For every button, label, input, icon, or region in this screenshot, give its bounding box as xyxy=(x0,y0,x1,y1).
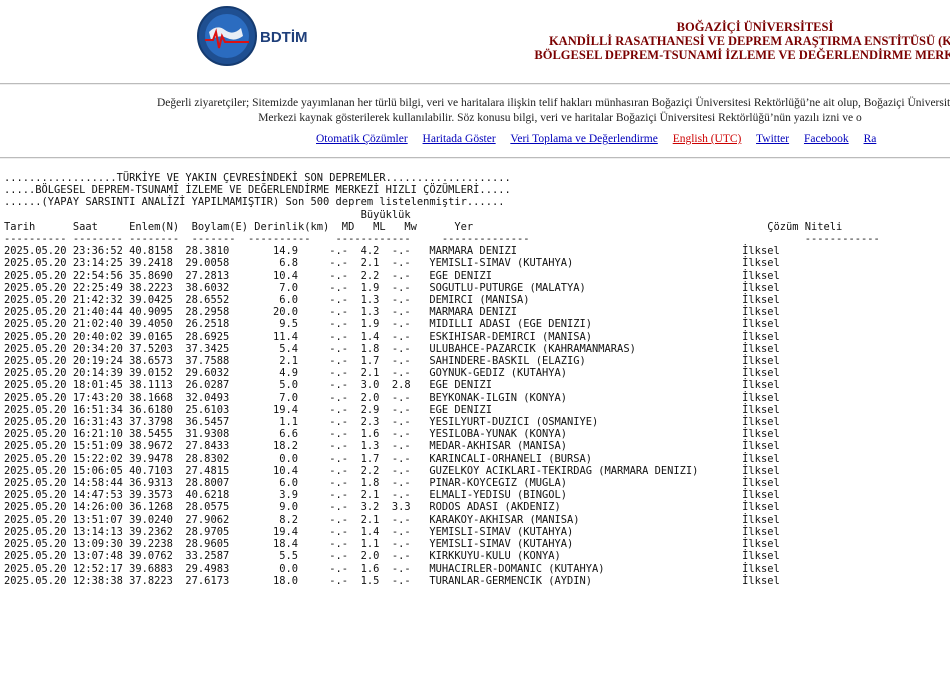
table-row: 2025.05.20 23:36:52 40.8158 28.3810 14.9… xyxy=(4,245,780,258)
link-ra[interactable]: Ra xyxy=(864,133,877,145)
table-row: 2025.05.20 21:02:40 39.4050 26.2518 9.5 … xyxy=(4,318,780,331)
table-row: 2025.05.20 13:14:13 39.2362 28.9705 19.4… xyxy=(4,525,780,538)
notice-line-1: Değerli ziyaretçiler; Sitemizde yayımlan… xyxy=(156,97,950,109)
table-row: 2025.05.20 21:42:32 39.0425 28.6552 6.0 … xyxy=(4,294,780,307)
copyright-notice: Değerli ziyaretçiler; Sitemizde yayımlan… xyxy=(0,96,950,126)
link-show-on-map[interactable]: Haritada Göster xyxy=(423,133,496,145)
table-row: 2025.05.20 21:40:44 40.9095 28.2958 20.0… xyxy=(4,306,780,319)
bdtim-logo: BDTİM xyxy=(197,6,308,66)
table-row: 2025.05.20 15:06:05 40.7103 27.4815 10.4… xyxy=(4,464,780,477)
link-facebook[interactable]: Facebook xyxy=(804,133,849,145)
link-english[interactable]: English (UTC) xyxy=(673,133,742,145)
table-row: 2025.05.20 14:26:00 36.1268 28.0575 9.0 … xyxy=(4,501,780,514)
earthquake-rows: 2025.05.20 23:36:52 40.8158 28.3810 14.9… xyxy=(4,245,880,587)
table-row: 2025.05.20 14:47:53 39.3573 40.6218 3.9 … xyxy=(4,489,780,502)
nav-links: Otomatik Çözümler Haritada Göster Veri T… xyxy=(316,133,888,145)
column-headers: Tarih Saat Enlem(N) Boylam(E) Derinlik(k… xyxy=(4,220,843,233)
list-title-2: .....BÖLGESEL DEPREM-TSUNAMİ İZLEME VE D… xyxy=(4,184,511,197)
table-row: 2025.05.20 20:19:24 38.6573 37.7588 2.1 … xyxy=(4,355,780,368)
table-row: 2025.05.20 17:43:20 38.1668 32.0493 7.0 … xyxy=(4,391,780,404)
title-line-2: KANDİLLİ RASATHANESİ VE DEPREM ARAŞTIRMA… xyxy=(548,34,950,48)
table-row: 2025.05.20 13:07:48 39.0762 33.2587 5.5 … xyxy=(4,550,780,563)
table-row: 2025.05.20 20:14:39 39.0152 29.6032 4.9 … xyxy=(4,367,780,380)
page-header: BDTİM BOĞAZİÇİ ÜNİVERSİTESİ KANDİLLİ RAS… xyxy=(0,0,950,82)
table-row: 2025.05.20 16:21:10 38.5455 31.9308 6.6 … xyxy=(4,428,780,441)
title-line-1: BOĞAZİÇİ ÜNİVERSİTESİ xyxy=(676,20,834,34)
table-row: 2025.05.20 20:40:02 39.0165 28.6925 11.4… xyxy=(4,330,780,343)
table-row: 2025.05.20 15:51:09 38.9672 27.8433 18.2… xyxy=(4,440,780,453)
divider xyxy=(0,83,950,85)
table-row: 2025.05.20 15:22:02 39.9478 28.8302 0.0 … xyxy=(4,452,780,465)
table-row: 2025.05.20 13:51:07 39.0240 27.9062 8.2 … xyxy=(4,513,780,526)
table-row: 2025.05.20 12:52:17 39.6883 29.4983 0.0 … xyxy=(4,562,780,575)
link-twitter[interactable]: Twitter xyxy=(756,133,789,145)
table-row: 2025.05.20 16:51:34 36.6180 25.6103 19.4… xyxy=(4,403,780,416)
table-row: 2025.05.20 22:54:56 35.8690 27.2813 10.4… xyxy=(4,269,780,282)
link-automatic-solutions[interactable]: Otomatik Çözümler xyxy=(316,133,408,145)
title-line-3: BÖLGESEL DEPREM-TSUNAMİ İZLEME VE DEĞERL… xyxy=(534,48,950,62)
table-row: 2025.05.20 18:01:45 38.1113 26.0287 5.0 … xyxy=(4,379,780,392)
list-title-3: ......(YAPAY SARSINTI ANALİZİ YAPILMAMIŞ… xyxy=(4,196,505,209)
table-row: 2025.05.20 23:14:25 39.2418 29.0058 6.8 … xyxy=(4,257,780,270)
table-row: 2025.05.20 14:58:44 36.9313 28.8007 6.0 … xyxy=(4,477,780,490)
institution-title: BOĞAZİÇİ ÜNİVERSİTESİ KANDİLLİ RASATHANE… xyxy=(455,20,950,62)
notice-line-2: Merkezi kaynak gösterilerek kullanılabil… xyxy=(258,112,862,124)
table-row: 2025.05.20 12:38:38 37.8223 27.6173 18.0… xyxy=(4,574,780,587)
table-row: 2025.05.20 22:25:49 38.2223 38.6032 7.0 … xyxy=(4,281,780,294)
list-title-1: ..................TÜRKİYE VE YAKIN ÇEVRE… xyxy=(4,172,511,184)
column-separator: ---------- -------- -------- ------- ---… xyxy=(4,233,880,246)
earthquake-list: ..................TÜRKİYE VE YAKIN ÇEVRE… xyxy=(4,172,880,587)
table-row: 2025.05.20 13:09:30 39.2238 28.9605 18.4… xyxy=(4,538,780,551)
magnitude-group-header: Büyüklük xyxy=(4,208,411,221)
divider xyxy=(0,157,950,159)
table-row: 2025.05.20 20:34:20 37.5203 37.3425 5.4 … xyxy=(4,342,780,355)
table-row: 2025.05.20 16:31:43 37.3798 36.5457 1.1 … xyxy=(4,416,780,429)
logo-text: BDTİM xyxy=(260,29,308,46)
link-data-collection[interactable]: Veri Toplama ve Değerlendirme xyxy=(510,133,657,145)
